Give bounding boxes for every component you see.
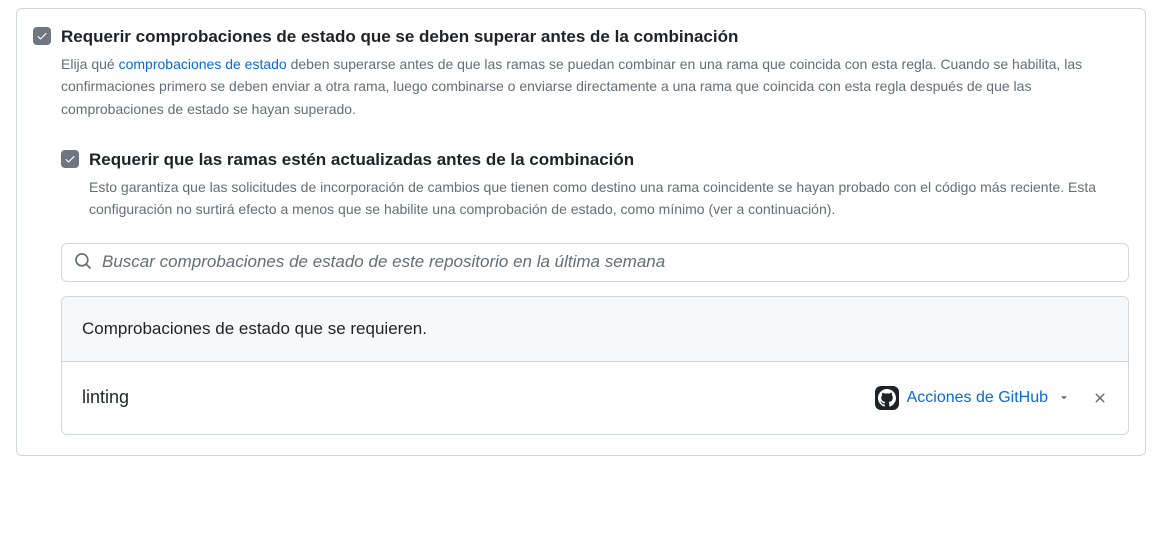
check-source-label: Acciones de GitHub <box>907 389 1048 407</box>
require-status-checks-description: Elija qué comprobaciones de estado deben… <box>61 53 1129 120</box>
caret-down-icon <box>1058 390 1070 406</box>
status-check-search-input[interactable] <box>102 252 1116 272</box>
require-status-checks-setting: Requerir comprobaciones de estado que se… <box>33 25 1129 120</box>
github-icon <box>875 386 899 410</box>
require-up-to-date-description: Esto garantiza que las solicitudes de in… <box>89 176 1129 221</box>
check-name: linting <box>82 387 875 408</box>
remove-check-button[interactable] <box>1092 390 1108 406</box>
check-icon <box>36 30 48 42</box>
check-source-dropdown[interactable]: Acciones de GitHub <box>875 386 1070 410</box>
require-up-to-date-setting: Requerir que las ramas estén actualizada… <box>61 148 1129 221</box>
require-status-checks-checkbox[interactable] <box>33 27 51 45</box>
desc-prefix: Elija qué <box>61 56 119 72</box>
require-status-checks-title: Requerir comprobaciones de estado que se… <box>61 25 1129 49</box>
required-checks-header: Comprobaciones de estado que se requiere… <box>62 297 1128 362</box>
required-check-row: linting Acciones de GitHub <box>62 362 1128 434</box>
require-up-to-date-checkbox[interactable] <box>61 150 79 168</box>
require-up-to-date-title: Requerir que las ramas estén actualizada… <box>89 148 1129 172</box>
search-icon <box>74 252 92 273</box>
branch-protection-panel: Requerir comprobaciones de estado que se… <box>16 8 1146 456</box>
check-icon <box>64 153 76 165</box>
close-icon <box>1092 390 1108 406</box>
status-check-search-wrap[interactable] <box>61 243 1129 282</box>
required-checks-panel: Comprobaciones de estado que se requiere… <box>61 296 1129 435</box>
status-check-search-row <box>61 243 1129 282</box>
status-checks-link[interactable]: comprobaciones de estado <box>119 56 287 72</box>
